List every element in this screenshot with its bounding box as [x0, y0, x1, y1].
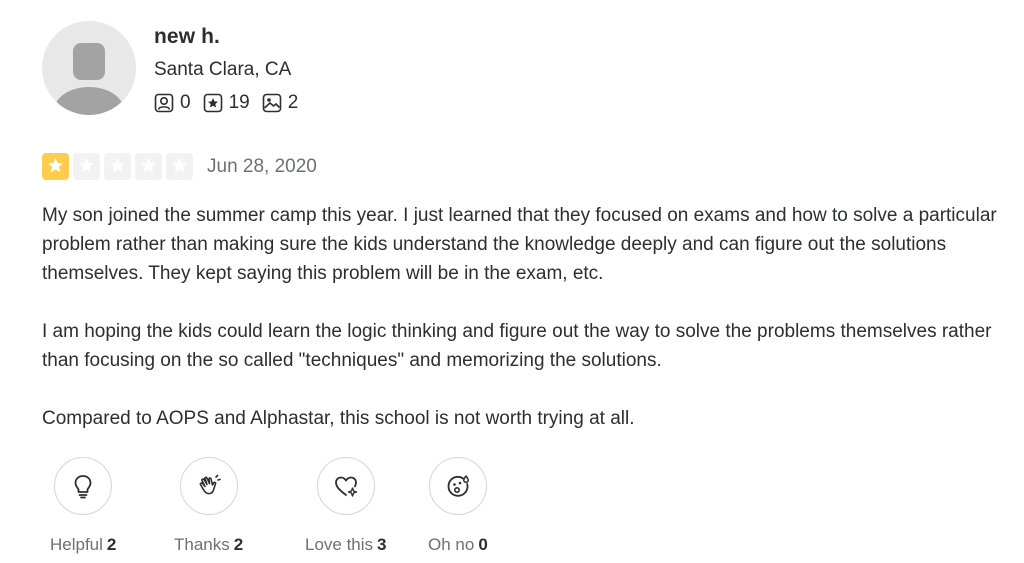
- review-paragraph: Compared to AOPS and Alphastar, this sch…: [42, 408, 635, 429]
- star-empty-icon: [166, 153, 193, 180]
- helpful-count: 2: [106, 535, 117, 554]
- user-location: Santa Clara, CA: [154, 59, 292, 80]
- review-star-icon: [203, 93, 222, 113]
- helpful-button[interactable]: [54, 457, 113, 515]
- user-name[interactable]: new h.: [154, 25, 220, 49]
- rating-row: Jun 28, 2020: [42, 153, 317, 180]
- helpful-label: Helpful 2: [50, 535, 117, 554]
- helpful-reaction[interactable]: Helpful 2: [50, 457, 116, 555]
- star-empty-icon: [104, 153, 131, 180]
- thanks-button[interactable]: [179, 457, 238, 515]
- review-paragraph: My son joined the summer camp this year.…: [42, 205, 997, 284]
- love-this-reaction[interactable]: Love this 3: [305, 457, 387, 555]
- surprised-face-icon: [447, 475, 469, 497]
- heart-sparkle-icon: [334, 476, 357, 497]
- reviews-count: 19: [228, 92, 250, 113]
- reviews-stat: 19: [203, 92, 250, 114]
- photo-icon: [262, 93, 282, 113]
- thanks-reaction[interactable]: Thanks 2: [174, 457, 243, 555]
- love-this-label: Love this 3: [305, 535, 387, 554]
- oh-no-count: 0: [478, 535, 488, 554]
- thanks-count: 2: [233, 535, 244, 554]
- love-this-button[interactable]: [316, 457, 375, 515]
- review-text: My son joined the summer camp this year.…: [42, 201, 1002, 462]
- star-empty-icon: [73, 153, 100, 180]
- oh-no-button[interactable]: [428, 457, 487, 515]
- friends-count: 0: [180, 92, 191, 113]
- default-user-icon: [42, 21, 136, 115]
- star-rating: [42, 153, 197, 180]
- star-empty-icon: [135, 153, 162, 180]
- user-stats: 0 19 2: [154, 92, 310, 114]
- lightbulb-icon: [74, 475, 92, 499]
- photos-stat: 2: [262, 92, 299, 114]
- oh-no-label: Oh no 0: [428, 535, 488, 554]
- star-filled-icon: [42, 153, 69, 180]
- thanks-label: Thanks 2: [174, 535, 244, 554]
- photos-count: 2: [287, 92, 299, 113]
- waving-hand-icon: [199, 474, 221, 495]
- friends-stat: 0: [154, 92, 191, 114]
- oh-no-reaction[interactable]: Oh no 0: [428, 457, 488, 555]
- friends-icon: [154, 93, 174, 113]
- love-this-count: 3: [377, 535, 387, 554]
- avatar[interactable]: [42, 21, 136, 115]
- review-paragraph: I am hoping the kids could learn the log…: [42, 321, 992, 371]
- review-card: new h. Santa Clara, CA 0 19 2 Jun 28, 20…: [0, 0, 1024, 563]
- review-date: Jun 28, 2020: [207, 155, 317, 177]
